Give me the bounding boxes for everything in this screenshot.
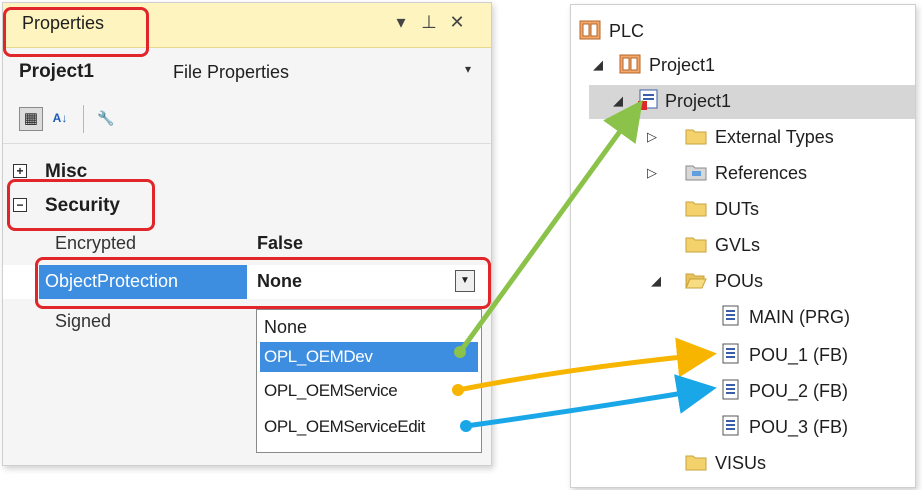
expanded-icon[interactable]: ◢ xyxy=(613,93,623,109)
plc-icon xyxy=(579,20,601,40)
collapsed-icon[interactable]: ▷ xyxy=(647,129,657,145)
tree-item-label: VISUs xyxy=(715,453,767,473)
tree-item-label: POU_2 (FB) xyxy=(749,381,849,401)
folder-open-icon xyxy=(685,273,707,289)
pou-icon xyxy=(722,305,739,326)
tree-item-label: DUTs xyxy=(715,199,759,219)
wrench-icon[interactable]: 🔧 xyxy=(95,107,117,129)
tree-item-label: External Types xyxy=(715,127,834,147)
properties-panel: Properties ▾ ⊥ ✕ Project1 File Propertie… xyxy=(2,2,492,466)
chevron-down-icon[interactable]: ▾ xyxy=(465,62,471,76)
tree-item-visus[interactable]: VISUs xyxy=(571,447,915,481)
tree-item-pou-2[interactable]: POU_2 (FB) xyxy=(571,375,915,409)
tree-item-references[interactable]: ▷ References xyxy=(571,157,915,191)
dropdown-option-opl-oemserviceedit[interactable]: OPL_OEMServiceEdit xyxy=(260,412,478,442)
plc-project-icon xyxy=(619,54,641,74)
objectprotection-dropdown-list: None OPL_OEMDev OPL_OEMService OPL_OEMSe… xyxy=(256,309,482,453)
alphabetical-sort-icon[interactable]: A↓ xyxy=(49,107,71,129)
highlight-security-group xyxy=(7,179,155,231)
tree-item-label: GVLs xyxy=(715,235,761,255)
tree-item-plc-project1[interactable]: ◢ Project1 xyxy=(571,49,915,83)
object-name: Project1 xyxy=(19,61,94,82)
tree-item-external-types[interactable]: ▷ External Types xyxy=(571,121,915,155)
tree-item-gvls[interactable]: GVLs xyxy=(571,229,915,263)
object-type: File Properties xyxy=(173,62,290,82)
tree-item-pous[interactable]: ◢ POUs xyxy=(571,265,915,299)
collapsed-icon[interactable]: ▷ xyxy=(647,165,657,181)
expand-icon[interactable]: + xyxy=(13,164,27,178)
tree-item-label: MAIN (PRG) xyxy=(749,307,850,327)
solution-tree: PLC ◢ Project1 ◢ Project1 ▷ External Typ… xyxy=(570,4,916,488)
folder-icon xyxy=(685,455,707,471)
toolbar-separator xyxy=(83,105,84,133)
tree-item-label: POU_1 (FB) xyxy=(749,345,849,365)
tree-item-label: References xyxy=(715,163,808,183)
property-row-encrypted[interactable]: Encrypted False xyxy=(3,227,491,261)
tree-item-project1[interactable]: ◢ Project1 xyxy=(589,85,915,119)
property-name: Encrypted xyxy=(55,233,137,253)
tree-item-duts[interactable]: DUTs xyxy=(571,193,915,227)
tree-item-label: Project1 xyxy=(665,91,732,111)
tree-item-pou-3[interactable]: POU_3 (FB) xyxy=(571,411,915,445)
expanded-icon[interactable]: ◢ xyxy=(651,273,661,289)
highlight-properties-title xyxy=(3,7,149,57)
tree-item-plc[interactable]: PLC xyxy=(571,15,915,49)
references-icon xyxy=(685,165,707,181)
folder-icon xyxy=(685,237,707,253)
close-icon[interactable]: ✕ xyxy=(445,12,469,33)
folder-icon xyxy=(685,201,707,217)
tree-item-main-prg[interactable]: MAIN (PRG) xyxy=(571,301,915,335)
pou-icon xyxy=(722,379,739,400)
pou-icon xyxy=(722,343,739,364)
properties-toolbar: ▦ A↓ 🔧 xyxy=(3,95,491,144)
dropdown-option-opl-oemdev[interactable]: OPL_OEMDev xyxy=(260,342,478,372)
expanded-icon[interactable]: ◢ xyxy=(593,57,603,73)
property-value[interactable]: False xyxy=(257,233,303,254)
categorized-icon[interactable]: ▦ xyxy=(19,107,43,131)
tree-item-pou-1[interactable]: POU_1 (FB) xyxy=(571,339,915,373)
pin-icon[interactable]: ⊥ xyxy=(417,12,441,33)
tree-item-label: PLC xyxy=(609,21,645,41)
folder-icon xyxy=(685,129,707,145)
tree-item-label: POUs xyxy=(715,271,764,291)
dropdown-option-none[interactable]: None xyxy=(260,312,478,342)
property-name: Signed xyxy=(55,311,112,331)
tree-item-label: POU_3 (FB) xyxy=(749,417,849,437)
dropdown-option-opl-oemservice[interactable]: OPL_OEMService xyxy=(260,376,478,406)
highlight-objectprotection-row xyxy=(35,257,491,309)
panel-dropdown-button[interactable]: ▾ xyxy=(389,12,413,33)
pou-icon xyxy=(722,415,739,436)
tree-item-label: Project1 xyxy=(649,55,716,75)
project-icon xyxy=(638,89,658,110)
